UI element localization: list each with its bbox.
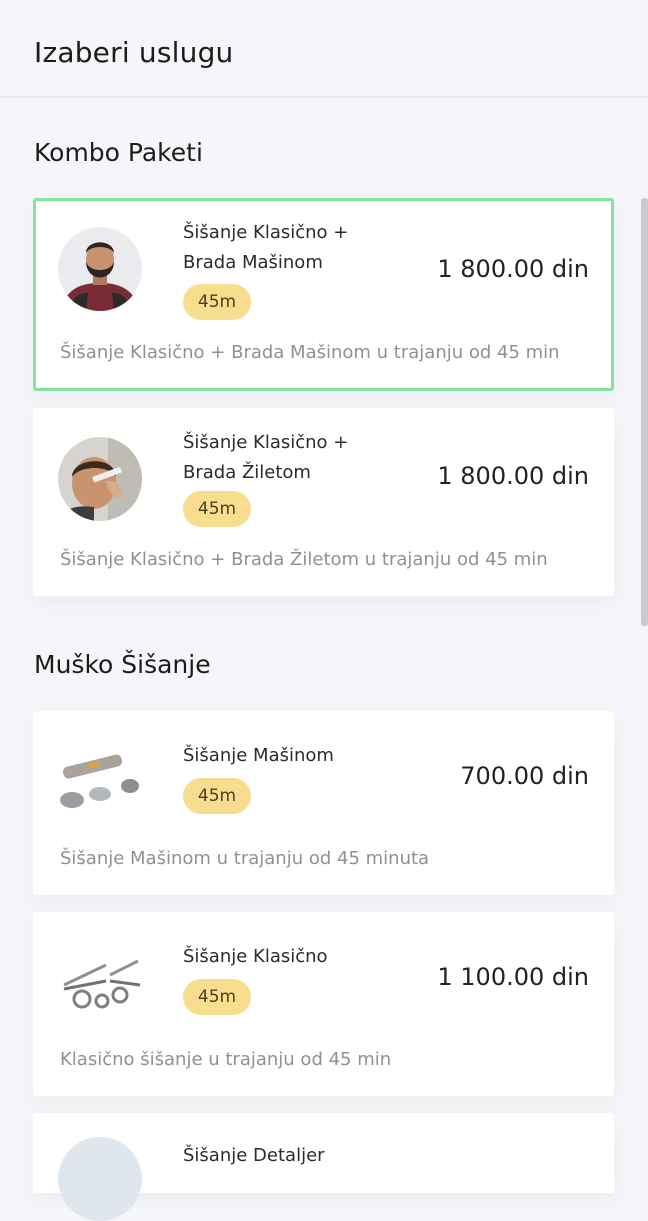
- service-price: 1 800.00 din: [437, 462, 589, 490]
- service-name: Šišanje Klasično + Brada Žiletom: [183, 432, 349, 483]
- service-card-sisanje-masinom[interactable]: Šišanje Mašinom 45m 700.00 din Šišanje M…: [33, 711, 614, 895]
- service-image-hair-clipper: [58, 740, 142, 824]
- service-description: Klasično šišanje u trajanju od 45 min: [60, 1049, 392, 1070]
- service-name: Šišanje Detaljer: [183, 1145, 325, 1166]
- service-card-sisanje-detaljer[interactable]: Šišanje Detaljer: [33, 1113, 614, 1221]
- service-image-bearded-man: [58, 227, 142, 311]
- scrollbar-thumb[interactable]: [641, 198, 648, 626]
- duration-badge: 45m: [183, 284, 251, 320]
- app-header: Izaberi uslugu: [0, 0, 648, 98]
- service-image-placeholder: [58, 1137, 142, 1221]
- duration-badge: 45m: [183, 491, 251, 527]
- service-price: 1 100.00 din: [437, 963, 589, 991]
- duration-badge: 45m: [183, 979, 251, 1015]
- service-price: 1 800.00 din: [437, 255, 589, 283]
- service-image-razor-shave: [58, 437, 142, 521]
- section-title-kombo-paketi: Kombo Paketi: [34, 138, 203, 167]
- page-title: Izaberi uslugu: [34, 36, 234, 69]
- duration-badge: 45m: [183, 778, 251, 814]
- service-card-sisanje-klasicno[interactable]: Šišanje Klasično 45m 1 100.00 din Klasič…: [33, 912, 614, 1096]
- service-price: 700.00 din: [460, 762, 589, 790]
- section-title-musko-sisanje: Muško Šišanje: [34, 650, 211, 679]
- service-name: Šišanje Mašinom: [183, 745, 334, 766]
- service-description: Šišanje Klasično + Brada Mašinom u traja…: [60, 342, 560, 363]
- service-name: Šišanje Klasično + Brada Mašinom: [183, 222, 349, 273]
- service-card-klasicno-brada-ziletom[interactable]: Šišanje Klasično + Brada Žiletom 45m 1 8…: [33, 408, 614, 596]
- service-card-klasicno-brada-masinom[interactable]: Šišanje Klasično + Brada Mašinom 45m 1 8…: [33, 198, 614, 391]
- service-image-scissors: [58, 941, 142, 1025]
- service-description: Šišanje Mašinom u trajanju od 45 minuta: [60, 848, 430, 869]
- service-name: Šišanje Klasično: [183, 946, 328, 967]
- service-description: Šišanje Klasično + Brada Žiletom u traja…: [60, 549, 548, 570]
- scrollbar[interactable]: [640, 98, 648, 1156]
